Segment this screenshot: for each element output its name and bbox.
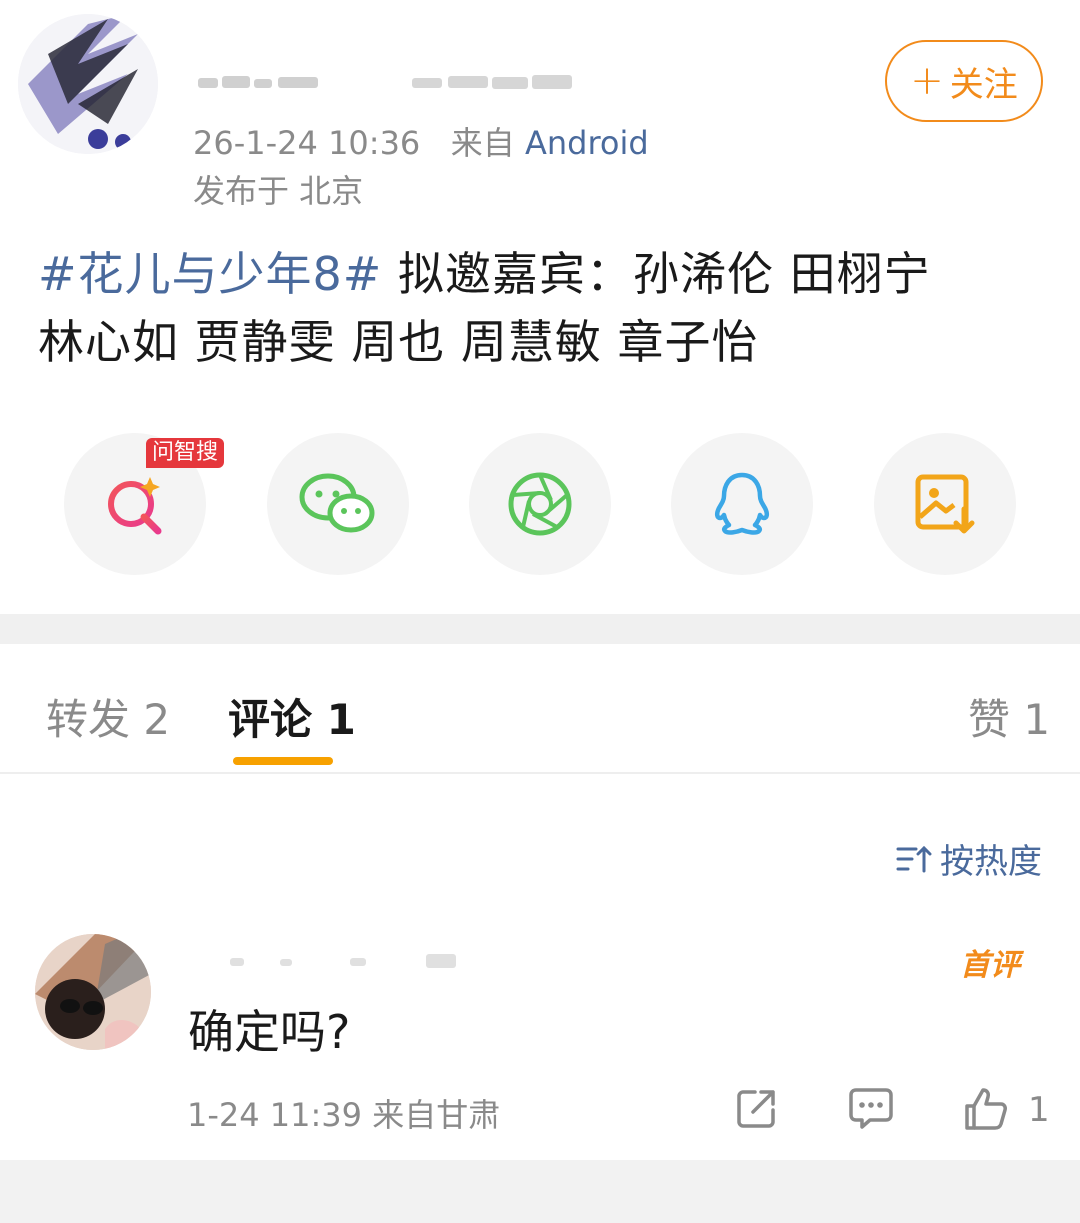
sort-by-heat-button[interactable]: 按热度 [896,834,1042,883]
follow-button[interactable]: + 关注 [885,40,1043,122]
post-time: 26-1-24 10:36 [193,124,421,162]
comment-text: 确定吗? [188,1005,351,1059]
thumbs-up-icon [965,1088,1007,1130]
post-meta: 26-1-24 10:36 来自 Android [193,118,649,164]
follow-label: 关注 [949,64,1018,105]
share-save-image-button[interactable] [874,433,1016,575]
post-text-line2: 林心如 贾静雯 周也 周慧敏 章子怡 [38,315,759,369]
moments-icon [508,472,572,536]
topic-link[interactable]: #花儿与少年8# [38,247,382,301]
source-prefix: 来自 [450,124,515,162]
active-tab-indicator [233,757,333,765]
wechat-icon [299,473,375,533]
tab-repost[interactable]: 转发 2 [46,686,170,747]
ai-search-badge: 问智搜 [146,438,225,468]
tabs-divider [0,772,1080,774]
qq-icon [714,472,770,535]
share-qq-button[interactable] [671,433,813,575]
post-content: #花儿与少年8# 拟邀嘉宾：孙浠伦 田栩宁 林心如 贾静雯 周也 周慧敏 章子怡 [38,240,1048,376]
comment-like-button[interactable] [963,1086,1009,1136]
save-image-icon [915,474,975,534]
tab-like[interactable]: 赞 1 [968,686,1050,747]
comment-reply-button[interactable] [848,1086,894,1134]
share-out-icon [737,1090,775,1128]
comment-like-count: 1 [1028,1090,1050,1130]
plus-icon: + [910,58,944,104]
ai-search-icon [108,477,162,535]
commenter-avatar[interactable] [35,934,151,1050]
post-source[interactable]: Android [525,124,649,162]
comment-share-button[interactable] [735,1086,779,1134]
comment-icon [849,1088,893,1129]
sort-label: 按热度 [940,842,1042,882]
post-text-line1: 拟邀嘉宾：孙浠伦 田栩宁 [397,247,931,301]
first-comment-badge: 首评 [960,948,1020,983]
tab-comment[interactable]: 评论 1 [228,686,356,747]
post-location: 发布于 北京 [193,172,364,210]
comment-meta: 1-24 11:39 来自甘肃 [187,1096,501,1134]
author-avatar[interactable] [18,14,158,154]
sort-icon [896,845,932,872]
commenter-name-obscured[interactable] [190,950,470,976]
author-name-obscured[interactable] [192,70,582,100]
section-separator [0,614,1080,644]
bottom-separator [0,1160,1080,1223]
share-moments-button[interactable] [469,433,611,575]
share-wechat-button[interactable] [267,433,409,575]
weibo-post-page: + 关注 26-1-24 10:36 来自 Android 发布于 北京 #花儿… [0,0,1080,1223]
